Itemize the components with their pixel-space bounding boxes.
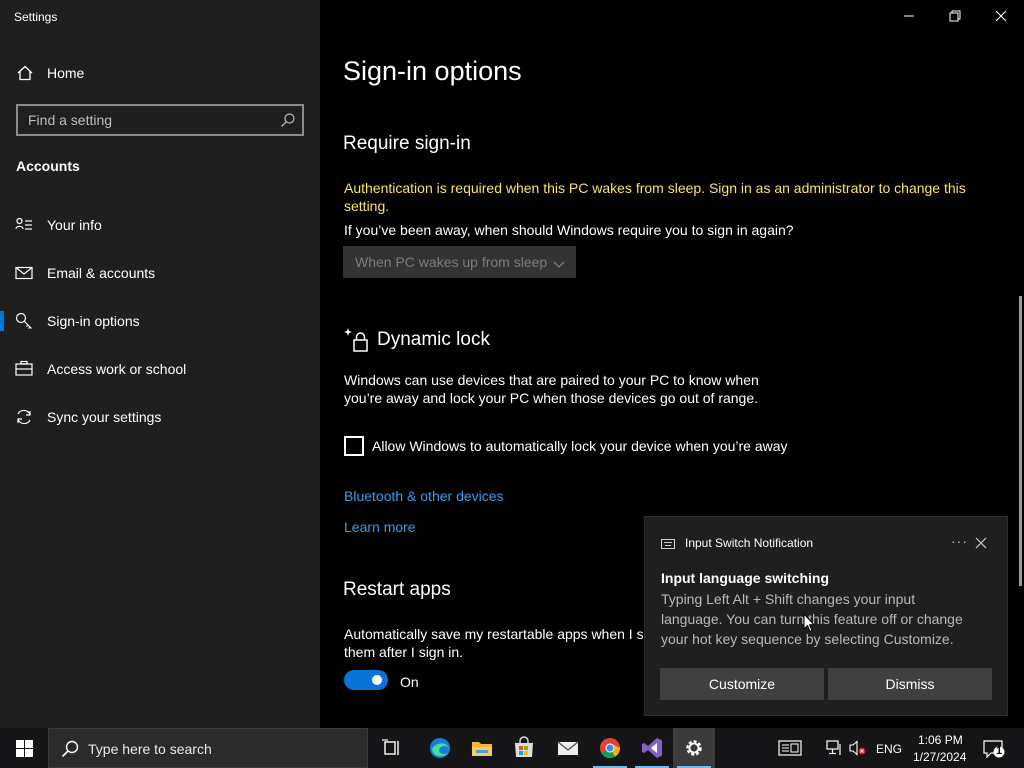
require-signin-question: If you’ve been away, when should Windows…: [344, 222, 794, 238]
settings-search-input[interactable]: [18, 106, 273, 134]
taskbar: Type here to search ENG 1:06 PM 1/27/202…: [0, 728, 1024, 768]
notification-title: Input language switching: [661, 570, 829, 586]
notification-body-line1: Typing Left Alt + Shift changes your inp…: [661, 591, 916, 607]
sidebar: Settings Home Accounts Your info Email &…: [0, 0, 320, 728]
admin-warning-line1: Authentication is required when this PC …: [344, 180, 966, 196]
visual-studio-taskbar-button[interactable]: [631, 728, 673, 768]
start-button[interactable]: [0, 728, 48, 768]
chrome-taskbar-button[interactable]: [589, 728, 631, 768]
restart-apps-toggle-state: On: [400, 674, 419, 690]
page-title: Sign-in options: [343, 56, 522, 86]
notification-close-icon[interactable]: [974, 536, 988, 550]
restore-icon: [949, 10, 961, 22]
notification-body-line3: your hot key sequence by selecting Custo…: [661, 631, 954, 647]
section-heading-accounts: Accounts: [16, 158, 80, 174]
notification-body-line2: language. You can turn this feature off …: [661, 611, 963, 627]
restart-apps-description-line1: Automatically save my restartable apps w…: [344, 626, 647, 642]
home-icon: [16, 64, 34, 82]
file-explorer-icon: [472, 742, 492, 756]
taskbar-search-placeholder: Type here to search: [88, 741, 212, 757]
keyboard-icon: [661, 537, 675, 549]
sidebar-item-access-work-school[interactable]: Access work or school: [0, 349, 320, 389]
taskbar-search-box[interactable]: Type here to search: [48, 728, 368, 768]
clock-time[interactable]: 1:06 PM: [918, 733, 963, 747]
app-title: Settings: [14, 10, 58, 24]
admin-warning-line2: setting.: [344, 198, 390, 214]
require-signin-dropdown[interactable]: When PC wakes up from sleep: [343, 246, 576, 278]
settings-gear-icon: [686, 740, 702, 756]
chrome-icon: [600, 738, 621, 759]
sidebar-item-label: Sync your settings: [47, 409, 162, 425]
edge-taskbar-button[interactable]: [419, 728, 461, 768]
notification-app-name: Input Switch Notification: [685, 536, 814, 550]
store-icon: [515, 736, 533, 757]
notification-count-badge: 1: [996, 745, 1003, 757]
task-view-button[interactable]: [371, 728, 413, 768]
mail-icon: [557, 741, 579, 755]
sidebar-item-sync-settings[interactable]: Sync your settings: [0, 397, 320, 437]
nav-home[interactable]: Home: [0, 56, 320, 90]
customize-button[interactable]: Customize: [660, 668, 824, 700]
windows-logo-icon: [16, 740, 33, 757]
dynamic-lock-description-line2: you’re away and lock your PC when those …: [344, 390, 759, 406]
sidebar-item-label: Sign-in options: [47, 313, 140, 329]
scrollbar-thumb[interactable]: [1019, 296, 1022, 586]
mail-icon: [15, 264, 33, 282]
dismiss-button[interactable]: Dismiss: [828, 668, 992, 700]
section-heading-dynamic-lock: Dynamic lock: [377, 329, 490, 350]
input-switch-notification[interactable]: Input Switch Notification ··· Input lang…: [644, 516, 1008, 716]
briefcase-icon: [15, 360, 33, 378]
sidebar-item-label: Email & accounts: [47, 265, 156, 281]
task-view-icon: [382, 739, 399, 755]
sidebar-item-label: Your info: [47, 217, 102, 233]
minimize-button[interactable]: [886, 0, 932, 32]
notification-body: Typing Left Alt + Shift changes your inp…: [661, 589, 997, 649]
dropdown-value: When PC wakes up from sleep: [355, 254, 548, 270]
bluetooth-devices-link[interactable]: Bluetooth & other devices: [344, 488, 504, 504]
search-icon: [61, 740, 79, 763]
learn-more-link[interactable]: Learn more: [344, 519, 416, 535]
dynamic-lock-checkbox[interactable]: [344, 436, 364, 456]
visual-studio-icon: [642, 738, 662, 758]
close-icon: [995, 10, 1007, 22]
section-heading-restart-apps: Restart apps: [343, 579, 451, 600]
key-icon: [15, 312, 33, 330]
sidebar-item-email-accounts[interactable]: Email & accounts: [0, 253, 320, 293]
minimize-icon: [904, 15, 914, 17]
active-indicator: [0, 311, 4, 331]
toggle-knob: [372, 675, 382, 685]
sidebar-item-label: Access work or school: [47, 361, 187, 377]
clock-date[interactable]: 1/27/2024: [913, 750, 966, 764]
section-heading-require-signin: Require sign-in: [343, 133, 471, 154]
more-options-icon[interactable]: ···: [951, 533, 968, 549]
dynamic-lock-description-line1: Windows can use devices that are paired …: [344, 372, 759, 388]
chevron-down-icon: [553, 257, 565, 275]
settings-search-box[interactable]: [16, 104, 304, 136]
dynamic-lock-checkbox-label[interactable]: Allow Windows to automatically lock your…: [372, 437, 788, 455]
restore-button[interactable]: [932, 0, 978, 32]
file-explorer-taskbar-button[interactable]: [461, 728, 503, 768]
nav-home-label: Home: [47, 65, 85, 81]
input-language-indicator[interactable]: ENG: [876, 742, 902, 756]
mouse-cursor-icon: [803, 612, 816, 638]
restart-apps-description-line2: them after I sign in.: [344, 644, 464, 660]
close-button[interactable]: [978, 0, 1024, 32]
sync-icon: [15, 408, 33, 426]
edge-icon: [430, 738, 450, 758]
store-taskbar-button[interactable]: [503, 728, 545, 768]
mail-taskbar-button[interactable]: [547, 728, 589, 768]
restart-apps-toggle[interactable]: [344, 670, 388, 690]
search-icon[interactable]: [280, 112, 296, 128]
sidebar-item-sign-in-options[interactable]: Sign-in options: [0, 301, 320, 341]
person-card-icon: [15, 216, 33, 234]
dynamic-lock-icon: [344, 327, 370, 358]
settings-taskbar-button[interactable]: [673, 728, 715, 768]
sidebar-item-your-info[interactable]: Your info: [0, 205, 320, 245]
